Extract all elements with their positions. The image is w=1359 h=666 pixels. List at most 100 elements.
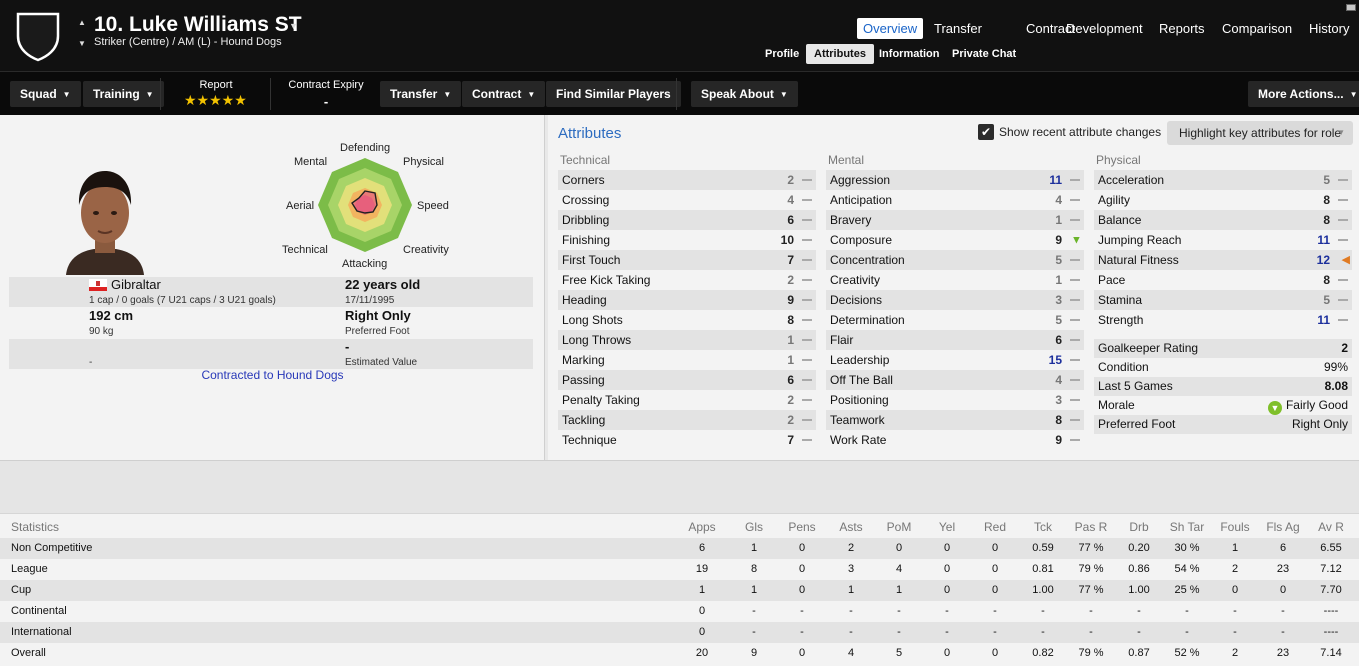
attribute-row[interactable]: Leadership 15: [826, 350, 1084, 370]
attribute-name: Jumping Reach: [1098, 233, 1182, 247]
stats-column-header[interactable]: Fouls: [1211, 517, 1259, 538]
stats-column-header[interactable]: Tck: [1019, 517, 1067, 538]
highlight-key-attributes-dropdown[interactable]: Highlight key attributes for role ▼: [1167, 121, 1353, 145]
training-button[interactable]: Training ▼: [83, 81, 164, 107]
attribute-row[interactable]: Teamwork 8: [826, 410, 1084, 430]
stats-cell: 0: [798, 563, 806, 575]
attribute-row[interactable]: Passing 6: [558, 370, 816, 390]
stats-cell: 52 %: [1174, 647, 1200, 659]
tab-comparison[interactable]: Comparison: [1216, 18, 1298, 39]
attribute-value: 11: [1317, 313, 1330, 327]
attribute-row[interactable]: Dribbling 6: [558, 210, 816, 230]
stats-cell: -: [1137, 626, 1141, 638]
no-change-dash-icon: [1070, 219, 1080, 221]
player-menu-chevron-icon[interactable]: ▼: [289, 21, 298, 31]
more-actions-button[interactable]: More Actions... ▼: [1248, 81, 1359, 107]
subtab-information[interactable]: Information: [871, 44, 948, 64]
previous-player-arrow-icon[interactable]: ▲: [78, 18, 86, 27]
transfer-button[interactable]: Transfer ▼: [380, 81, 462, 107]
attribute-up-arrow-icon: ▲: [1071, 234, 1082, 246]
attribute-row[interactable]: Long Shots 8: [558, 310, 816, 330]
stats-column-header[interactable]: Av R: [1307, 517, 1355, 538]
attribute-row[interactable]: Flair 6: [826, 330, 1084, 350]
attribute-name: Positioning: [830, 393, 889, 407]
attribute-row[interactable]: Positioning 3: [826, 390, 1084, 410]
subtab-profile[interactable]: Profile: [757, 44, 807, 64]
attribute-row[interactable]: Concentration 5: [826, 250, 1084, 270]
stats-cell: 20: [695, 647, 709, 659]
contracted-to-link[interactable]: Contracted to Hound Dogs: [0, 368, 545, 382]
attribute-row[interactable]: Heading 9: [558, 290, 816, 310]
attribute-name: Balance: [1098, 213, 1142, 227]
tab-overview[interactable]: Overview: [857, 18, 924, 39]
attribute-row[interactable]: First Touch 7: [558, 250, 816, 270]
tab-transfer[interactable]: Transfer: [928, 18, 988, 39]
profile-panel: Defending Physical Speed Creativity Atta…: [0, 115, 545, 460]
attribute-row[interactable]: Natural Fitness 12 ◀: [1094, 250, 1352, 270]
attribute-row[interactable]: Corners 2: [558, 170, 816, 190]
stats-column-header[interactable]: Asts: [827, 517, 875, 538]
report-stars[interactable]: ★★★★★: [184, 92, 247, 109]
subtab-private-chat[interactable]: Private Chat: [944, 44, 1024, 64]
attribute-row[interactable]: Free Kick Taking 2: [558, 270, 816, 290]
tab-reports[interactable]: Reports: [1153, 18, 1211, 39]
stats-cell: 0.86: [1128, 563, 1150, 575]
speak-about-button[interactable]: Speak About ▼: [691, 81, 798, 107]
attribute-value: 1: [1055, 273, 1062, 287]
find-similar-players-button[interactable]: Find Similar Players: [546, 81, 681, 107]
attribute-row[interactable]: Jumping Reach 11: [1094, 230, 1352, 250]
attribute-row[interactable]: Decisions 3: [826, 290, 1084, 310]
stats-column-header[interactable]: Gls: [730, 517, 778, 538]
attribute-row[interactable]: Strength 11: [1094, 310, 1352, 330]
tab-history[interactable]: History: [1303, 18, 1355, 39]
show-changes-checkbox[interactable]: ✔: [978, 124, 994, 140]
attribute-value: 4: [1055, 193, 1062, 207]
attribute-value: 9: [1055, 433, 1062, 447]
stats-column-header[interactable]: Pens: [778, 517, 826, 538]
attribute-row[interactable]: Determination 5: [826, 310, 1084, 330]
stats-column-header[interactable]: PoM: [875, 517, 923, 538]
attribute-row[interactable]: Crossing 4: [558, 190, 816, 210]
nationality[interactable]: Gibraltar: [111, 277, 161, 292]
attribute-row[interactable]: Tackling 2: [558, 410, 816, 430]
attribute-row[interactable]: Finishing 10: [558, 230, 816, 250]
stats-column-header[interactable]: Red: [971, 517, 1019, 538]
attribute-row[interactable]: Pace 8: [1094, 270, 1352, 290]
attribute-row[interactable]: Off The Ball 4: [826, 370, 1084, 390]
stats-column-header[interactable]: Pas R: [1067, 517, 1115, 538]
subtab-attributes[interactable]: Attributes: [806, 44, 874, 64]
stats-cell: ----: [1323, 605, 1339, 617]
attribute-row[interactable]: Marking 1: [558, 350, 816, 370]
attribute-row[interactable]: Aggression 11: [826, 170, 1084, 190]
stats-column-header[interactable]: Apps: [678, 517, 726, 538]
attribute-row[interactable]: Work Rate 9: [826, 430, 1084, 450]
attribute-value: 15: [1048, 353, 1062, 367]
stats-column-header[interactable]: Drb: [1115, 517, 1163, 538]
attribute-row[interactable]: Technique 7: [558, 430, 816, 450]
stats-column-header[interactable]: Fls Ag: [1259, 517, 1307, 538]
stats-column-header[interactable]: Yel: [923, 517, 971, 538]
squad-button[interactable]: Squad ▼: [10, 81, 81, 107]
attribute-row[interactable]: Agility 8: [1094, 190, 1352, 210]
chevron-down-icon: ▼: [1349, 90, 1358, 99]
attribute-row[interactable]: Stamina 5: [1094, 290, 1352, 310]
attribute-row[interactable]: Penalty Taking 2: [558, 390, 816, 410]
next-player-arrow-icon[interactable]: ▼: [78, 39, 86, 48]
attribute-row[interactable]: Anticipation 4: [826, 190, 1084, 210]
attribute-row[interactable]: Acceleration 5: [1094, 170, 1352, 190]
stats-column-header[interactable]: Sh Tar: [1163, 517, 1211, 538]
stats-row-label: Cup: [11, 584, 32, 596]
show-changes-label[interactable]: Show recent attribute changes: [999, 125, 1161, 139]
attribute-name: Teamwork: [830, 413, 885, 427]
tab-development[interactable]: Development: [1060, 18, 1149, 39]
international-caps: 1 cap / 0 goals (7 U21 caps / 3 U21 goal…: [89, 295, 276, 306]
attribute-row[interactable]: Bravery 1: [826, 210, 1084, 230]
contract-button[interactable]: Contract ▼: [462, 81, 546, 107]
attribute-value: 5: [1055, 253, 1062, 267]
toolbar-divider: [676, 78, 677, 110]
attribute-row[interactable]: Creativity 1: [826, 270, 1084, 290]
no-change-dash-icon: [1338, 179, 1348, 181]
attribute-row[interactable]: Composure 9 ▲: [826, 230, 1084, 250]
attribute-row[interactable]: Long Throws 1: [558, 330, 816, 350]
attribute-row[interactable]: Balance 8: [1094, 210, 1352, 230]
